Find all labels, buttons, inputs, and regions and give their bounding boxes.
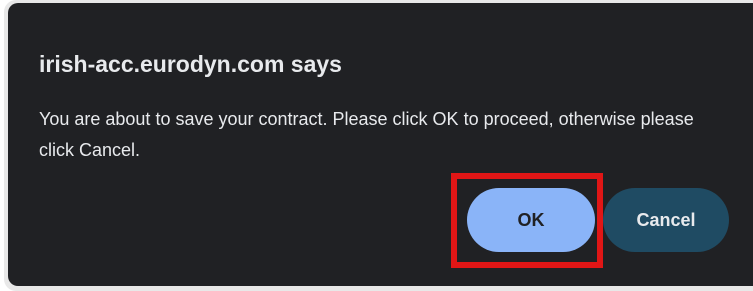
ok-button[interactable]: OK <box>467 188 595 252</box>
dialog-message: You are about to save your contract. Ple… <box>39 109 694 160</box>
dialog-title: irish-acc.eurodyn.com says <box>39 51 342 77</box>
cancel-button[interactable]: Cancel <box>603 188 729 252</box>
